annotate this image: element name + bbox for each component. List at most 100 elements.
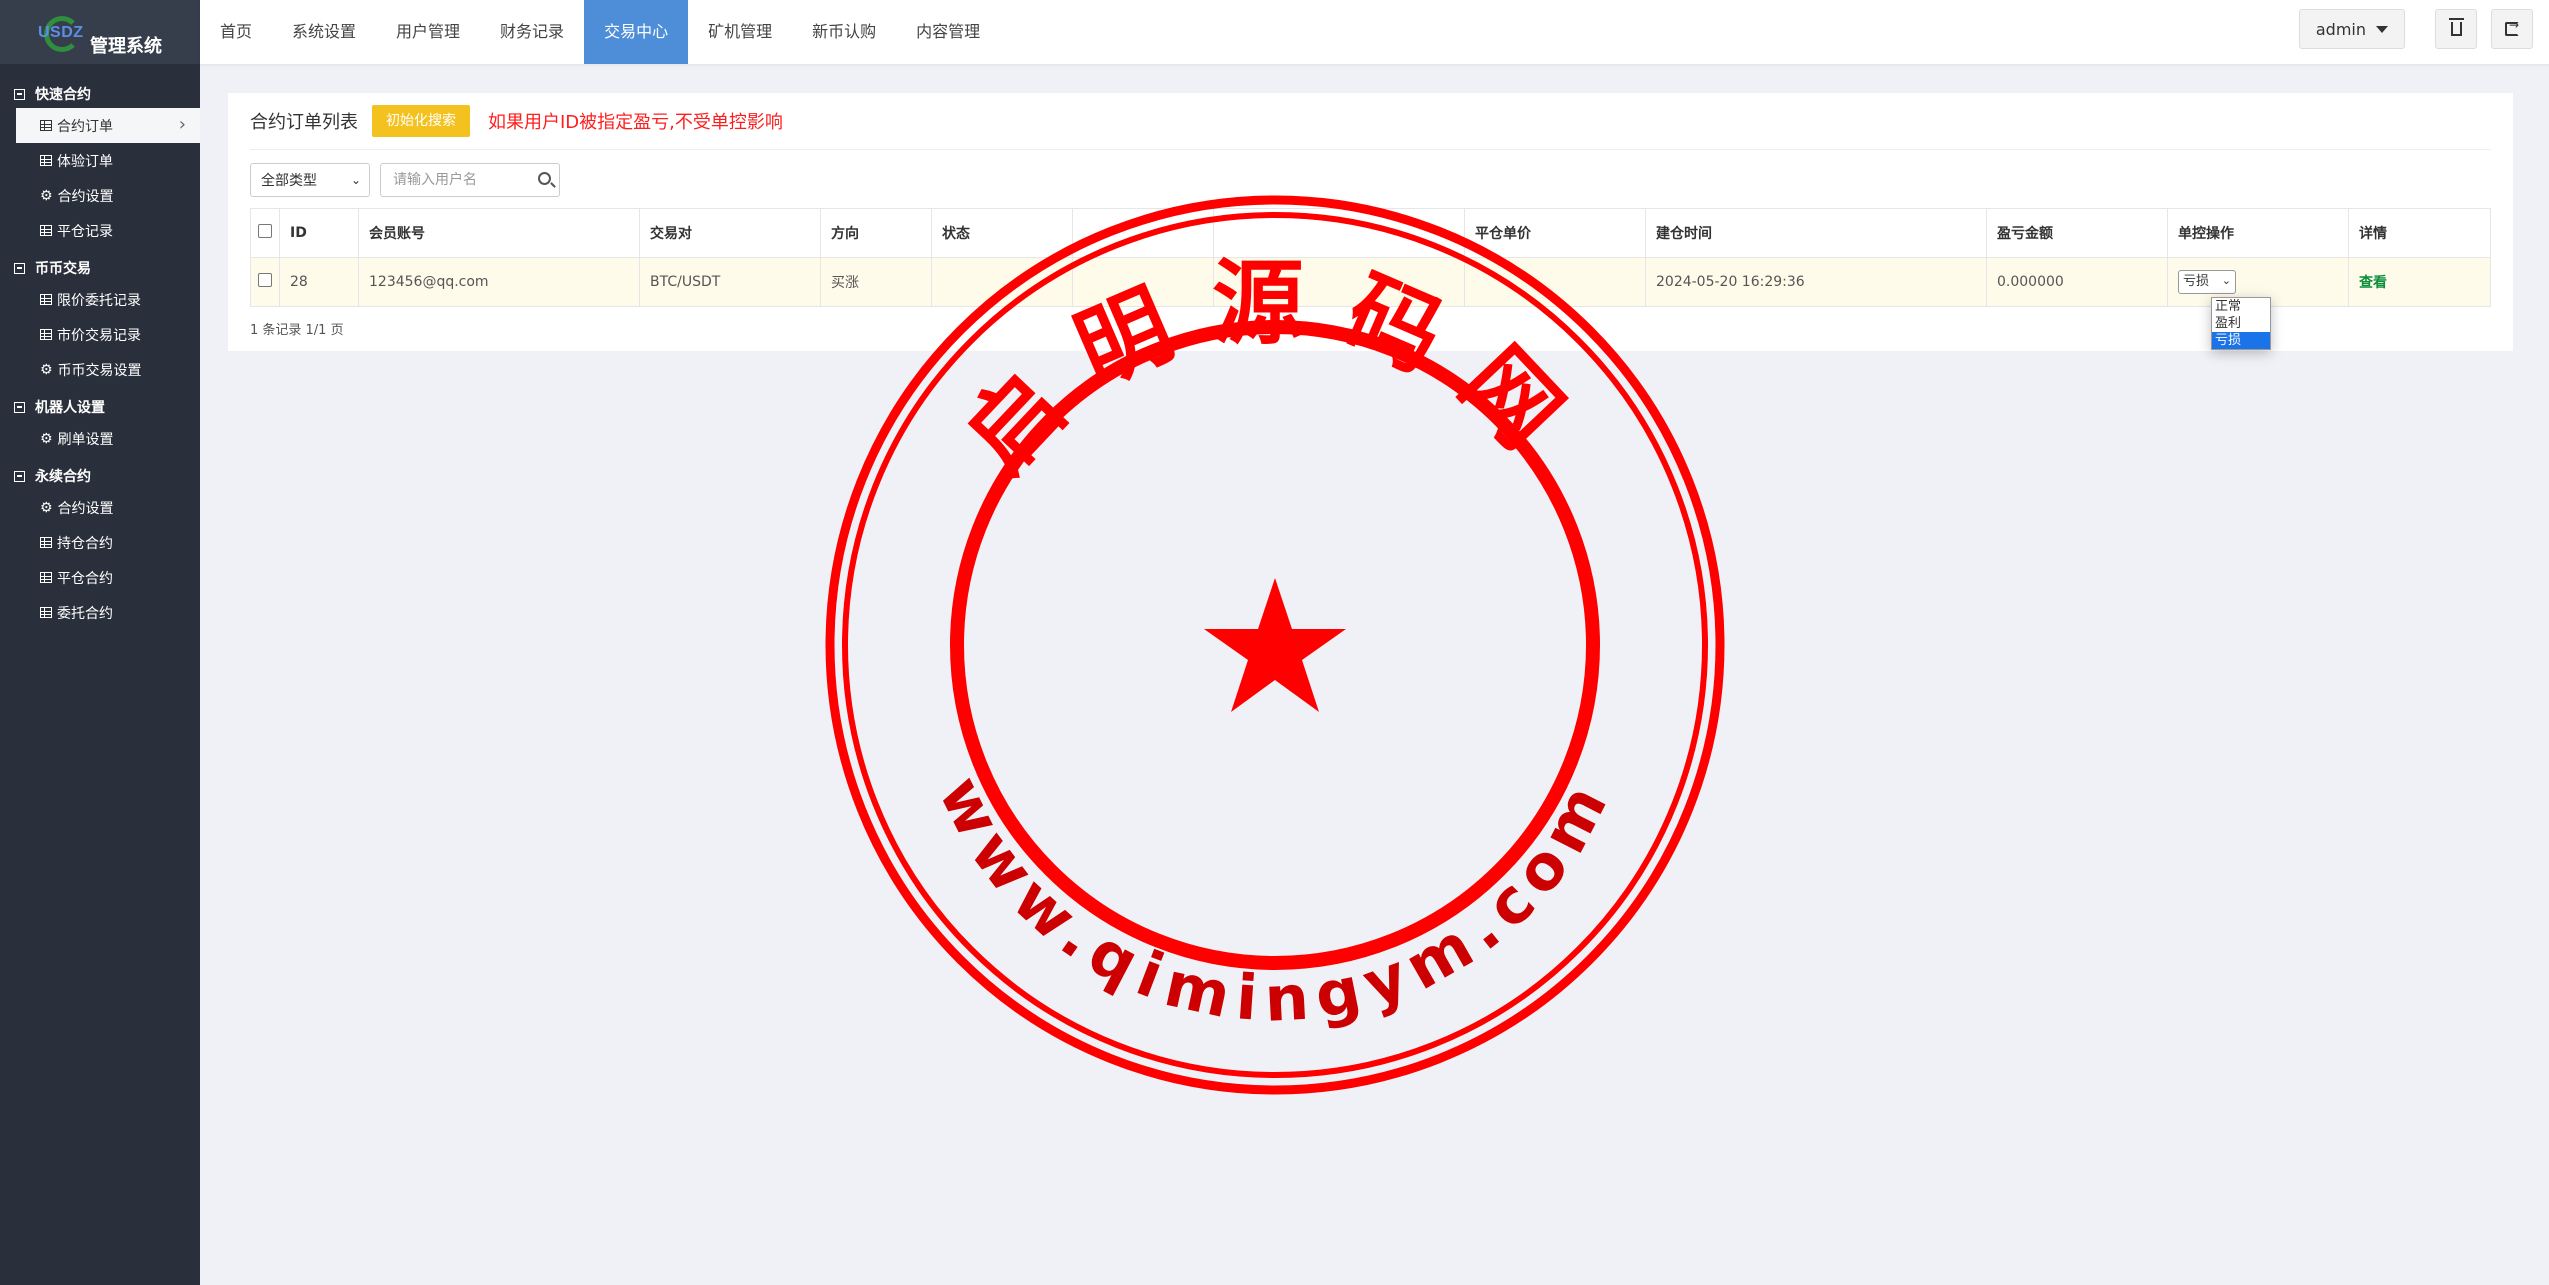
row-checkbox[interactable] <box>258 273 272 287</box>
sidebar-item-label: 刷单设置 <box>57 431 114 448</box>
sidebar-item[interactable]: 体验订单 <box>0 143 200 178</box>
stamp-bottom-text: www.qimingym.com <box>925 765 1626 1036</box>
table-icon <box>40 607 52 618</box>
cell-col6 <box>1072 257 1214 307</box>
sidebar-item[interactable]: 平仓记录 <box>0 213 200 248</box>
sidebar-group-label: 永续合约 <box>35 469 91 485</box>
sidebar-group: 快速合约合约订单体验订单⚙合约设置平仓记录 <box>0 80 200 248</box>
chevron-down-icon: ⌄ <box>2221 274 2231 287</box>
sidebar-group-label: 机器人设置 <box>35 400 105 416</box>
select-all-checkbox[interactable] <box>258 224 272 238</box>
nav-item[interactable]: 交易中心 <box>584 0 689 64</box>
orders-table: ID 会员账号 交易对 方向 状态 平仓单价 建仓时间 盈亏金额 单控操作 详情… <box>250 208 2491 307</box>
sidebar-group: 永续合约 ⚙ 合约设置持仓合约平仓合约委托合约 <box>0 462 200 630</box>
sidebar-group-title[interactable]: 机器人设置 <box>0 393 200 421</box>
search-icon[interactable] <box>538 172 551 185</box>
sidebar-item[interactable]: 限价委托记录 <box>0 282 200 317</box>
collapse-icon <box>14 88 25 100</box>
pagination-info: 1 条记录 1/1 页 <box>250 323 344 338</box>
nav-item[interactable]: 系统设置 <box>272 0 376 64</box>
sidebar-item[interactable]: ⚙ 合约设置 <box>0 490 200 525</box>
nav-item[interactable]: 新币认购 <box>792 0 896 64</box>
nav-item[interactable]: 矿机管理 <box>688 0 792 64</box>
nav-item[interactable]: 用户管理 <box>376 0 480 64</box>
sidebar-item[interactable]: 市价交易记录 <box>0 317 200 352</box>
gear-icon: ⚙ <box>40 430 53 447</box>
sidebar-group-title[interactable]: 币币交易 <box>0 254 200 282</box>
admin-dropdown-button[interactable]: admin <box>2298 9 2405 49</box>
warning-text: 如果用户ID被指定盈亏,不受单控影响 <box>488 112 783 133</box>
logout-button[interactable] <box>2491 9 2533 49</box>
username-search-input[interactable] <box>391 164 535 196</box>
cell-open-time: 2024-05-20 16:29:36 <box>1645 257 1987 307</box>
col-header-pnl: 盈亏金额 <box>1986 208 2168 258</box>
type-filter-select[interactable]: 全部类型 ⌄ <box>250 163 370 197</box>
nav-menu: 首页 系统设置 用户管理 财务记录 交易中心 矿机管理 新币认购 内容管理 <box>200 0 1000 64</box>
control-option[interactable]: 亏损 <box>2212 332 2270 349</box>
clear-cache-button[interactable] <box>2435 9 2477 49</box>
nav-item[interactable]: 财务记录 <box>480 0 584 64</box>
col-header-control: 单控操作 <box>2167 208 2349 258</box>
sidebar-item-label: 合约订单 <box>57 118 113 135</box>
gear-icon: ⚙ <box>40 187 53 204</box>
table-icon <box>40 572 52 583</box>
sidebar-item-label: 体验订单 <box>57 153 113 170</box>
collapse-icon <box>14 401 25 413</box>
chevron-down-icon: ⌄ <box>350 173 361 187</box>
trash-icon <box>2449 18 2464 36</box>
gear-icon: ⚙ <box>40 361 53 378</box>
logout-icon <box>2505 18 2519 36</box>
table-icon <box>40 294 52 305</box>
sidebar-item[interactable]: 合约订单 <box>16 108 200 143</box>
col-header-close-price: 平仓单价 <box>1464 208 1646 258</box>
nav-item[interactable]: 内容管理 <box>896 0 1000 64</box>
sidebar-item-label: 委托合约 <box>57 605 113 622</box>
col-header-status: 状态 <box>931 208 1073 258</box>
sidebar-item[interactable]: ⚙ 刷单设置 <box>0 421 200 456</box>
sidebar-item[interactable]: 平仓合约 <box>0 560 200 595</box>
cell-id: 28 <box>279 257 359 307</box>
cell-pnl: 0.000000 <box>1986 257 2168 307</box>
control-select[interactable]: 亏损 ⌄ <box>2178 270 2236 294</box>
sidebar-item[interactable]: 持仓合约 <box>0 525 200 560</box>
control-option[interactable]: 正常 <box>2212 298 2270 315</box>
col-header-direction: 方向 <box>820 208 932 258</box>
nav-item[interactable]: 首页 <box>200 0 272 64</box>
type-filter-value: 全部类型 <box>261 173 317 189</box>
sidebar-item[interactable]: ⚙ 合约设置 <box>0 178 200 213</box>
sidebar-item-label: 平仓记录 <box>57 223 113 240</box>
collapse-icon <box>14 262 25 274</box>
sidebar-item[interactable]: ⚙ 币币交易设置 <box>0 352 200 387</box>
sidebar-item-label: 平仓合约 <box>57 570 113 587</box>
cell-close-price <box>1464 257 1646 307</box>
view-detail-link[interactable]: 查看 <box>2359 275 2387 291</box>
sidebar-item-label: 合约设置 <box>57 188 114 205</box>
star-icon <box>1204 578 1346 712</box>
cell-direction: 买涨 <box>820 257 932 307</box>
order-list-panel: 合约订单列表 初始化搜索 如果用户ID被指定盈亏,不受单控影响 全部类型 ⌄ I… <box>228 93 2513 351</box>
gear-icon: ⚙ <box>40 499 53 516</box>
logo-icon: USDZ <box>38 14 88 54</box>
sidebar-item-label: 合约设置 <box>57 500 114 517</box>
sidebar-item-label: 限价委托记录 <box>57 292 141 309</box>
sidebar-group-title[interactable]: 永续合约 <box>0 462 200 490</box>
table-icon <box>40 120 52 131</box>
stamp-inner-ring <box>950 320 1600 970</box>
sidebar-group-title[interactable]: 快速合约 <box>0 80 200 108</box>
table-icon <box>40 155 52 166</box>
cell-account: 123456@qq.com <box>358 257 640 307</box>
sidebar-item-label: 市价交易记录 <box>57 327 141 344</box>
sidebar-group: 币币交易限价委托记录 市价交易记录 ⚙ 币币交易设置 <box>0 254 200 387</box>
admin-username: admin <box>2315 19 2366 39</box>
cell-status <box>931 257 1073 307</box>
control-select-value: 亏损 <box>2183 274 2210 289</box>
col-header-detail: 详情 <box>2348 208 2491 258</box>
sidebar-item-label: 持仓合约 <box>57 535 113 552</box>
sidebar-item[interactable]: 委托合约 <box>0 595 200 630</box>
col-header-7 <box>1213 208 1465 258</box>
col-header-id: ID <box>279 208 359 258</box>
collapse-icon <box>14 470 25 482</box>
control-option[interactable]: 盈利 <box>2212 315 2270 332</box>
reset-search-button[interactable]: 初始化搜索 <box>372 105 470 137</box>
col-header-6 <box>1072 208 1214 258</box>
